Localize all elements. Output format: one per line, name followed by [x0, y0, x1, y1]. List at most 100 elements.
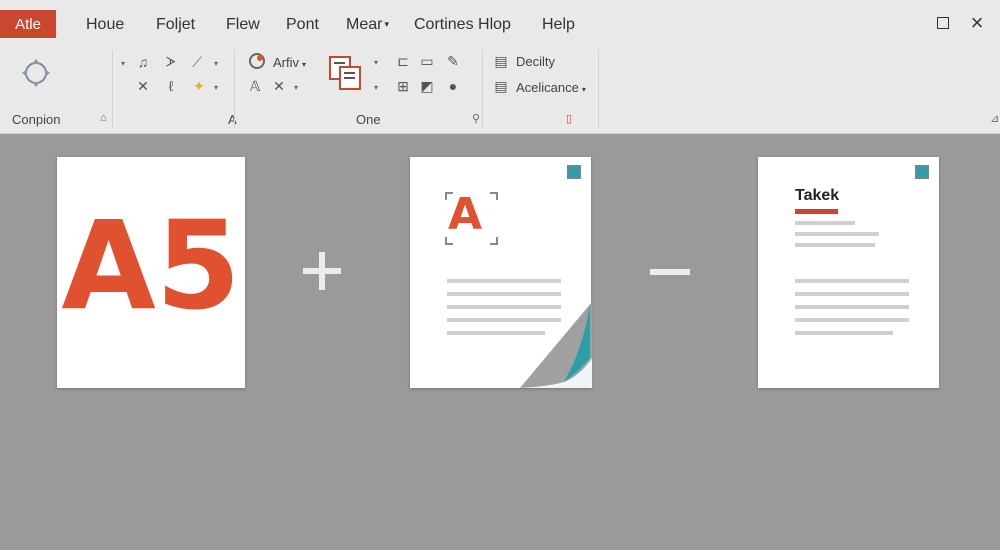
chevron-down-icon: ▾ [384, 19, 389, 30]
chevron-down-icon: ▾ [581, 85, 586, 94]
brush-button[interactable]: ⟋ [186, 52, 208, 72]
chevron-down-icon: ▾ [214, 59, 219, 68]
font-size-button[interactable]: 𝔸 [244, 76, 266, 96]
ribbon-group-label: Conpion [12, 112, 61, 127]
font-name-dropdown[interactable]: Arfiv ▾ [273, 55, 306, 70]
font-picker-button[interactable] [246, 51, 268, 71]
title-underline [795, 209, 838, 214]
ribbon-separator [234, 50, 235, 128]
a5-graphic: A5 [61, 195, 240, 337]
pen-button[interactable]: ✎ [442, 51, 464, 71]
menu-item-insert[interactable]: Foljet [156, 16, 195, 34]
ribbon-group-label: One [356, 112, 381, 127]
text-line [795, 221, 855, 225]
text-line [795, 232, 879, 236]
shape-icon: ◩ [420, 77, 434, 94]
brush-icon: ⟋ [192, 53, 202, 70]
letter-document-card[interactable]: A [410, 157, 592, 388]
group-launcher-icon[interactable]: ▯ [566, 112, 572, 125]
a5-document-card[interactable]: A5 [57, 157, 245, 388]
chevron-down-icon: ▾ [294, 83, 299, 92]
density-icon-button[interactable]: ▤ [490, 51, 512, 71]
table-button[interactable]: ⊞ [392, 76, 414, 96]
file-tab[interactable]: Atle [0, 10, 56, 38]
music-note-icon: ♫ [137, 54, 149, 70]
ribbon-group-label: A [228, 112, 237, 127]
text-line [795, 318, 909, 322]
paste-special-button[interactable] [326, 54, 364, 92]
text-line [795, 243, 875, 247]
plus-icon [303, 252, 341, 290]
highlight-icon: ✦ [193, 77, 205, 94]
chevron-down-icon: ▾ [374, 58, 379, 67]
cut-icon: ✕ [137, 77, 149, 94]
layout-button[interactable]: ⊏ [392, 51, 414, 71]
layout-icon: ⊏ [397, 52, 409, 69]
density-button[interactable]: Decilty [516, 54, 555, 69]
ribbon-separator [598, 50, 599, 128]
text-line [447, 279, 561, 283]
text-line [795, 331, 893, 335]
paint-icon: ℓ [168, 78, 174, 94]
fill-icon: ● [448, 78, 458, 94]
letter-a-glyph: A [448, 189, 483, 240]
close-icon: × [970, 10, 984, 35]
grid-icon: ▭ [420, 52, 434, 69]
acceleration-dropdown[interactable]: Acelicance ▾ [516, 80, 586, 95]
menu-item-controls-help[interactable]: Cortines Hlop [414, 16, 511, 34]
music-note-button[interactable]: ♫ [132, 52, 154, 72]
selection-bracket [490, 237, 498, 245]
text-line [795, 279, 909, 283]
clear-format-button[interactable]: ✕ [268, 76, 290, 96]
close-button[interactable]: × [968, 10, 986, 35]
menu-item-more-label: Mear [346, 16, 383, 33]
text-line [447, 292, 561, 296]
table-icon: ⊞ [397, 77, 409, 94]
chevron-down-icon: ▾ [121, 59, 126, 68]
title-document-card[interactable]: Takek [758, 157, 939, 388]
ribbon-separator [112, 50, 113, 128]
font-size-icon: 𝔸 [249, 77, 261, 94]
chevron-down-icon: ▾ [302, 60, 307, 69]
selection-bracket [490, 192, 498, 200]
font-name-value: Arfiv [273, 55, 299, 70]
menu-item-help[interactable]: Help [542, 16, 575, 34]
text-format-icon: ᗆ [165, 53, 177, 70]
text-format-button[interactable]: ᗆ [160, 52, 182, 72]
expand-icon[interactable] [915, 165, 929, 179]
menu-bar: Atle Houe Foljet Flew Pont Mear ▾ Cortine… [0, 0, 1000, 46]
chevron-down-icon: ▾ [374, 83, 379, 92]
menu-item-home[interactable]: Houe [86, 16, 124, 34]
menu-item-print[interactable]: Pont [286, 16, 319, 34]
menu-item-view[interactable]: Flew [226, 16, 260, 34]
minus-icon [650, 269, 690, 275]
group-launcher-icon[interactable]: ⌂ [100, 112, 107, 124]
expand-icon[interactable] [567, 165, 581, 179]
pen-icon: ✎ [447, 52, 459, 69]
maximize-button[interactable] [934, 14, 952, 32]
chevron-down-icon: ▾ [214, 83, 219, 92]
search-icon[interactable]: ⚲ [472, 112, 480, 125]
collapse-ribbon-icon[interactable]: ⊿ [990, 112, 999, 125]
text-line [795, 292, 909, 296]
acceleration-label: Acelicance [516, 80, 579, 95]
shape-button[interactable]: ◩ [416, 76, 438, 96]
acceleration-icon: ▤ [494, 77, 508, 94]
paint-button[interactable]: ℓ [160, 76, 182, 96]
move-icon [22, 59, 50, 87]
move-button[interactable] [18, 56, 54, 90]
ribbon-separator [482, 50, 483, 128]
page-curl-icon [520, 302, 592, 388]
density-icon: ▤ [494, 52, 508, 69]
fill-button[interactable]: ● [442, 76, 464, 96]
highlight-button[interactable]: ✦ [188, 76, 210, 96]
text-line [795, 305, 909, 309]
cut-button[interactable]: ✕ [132, 76, 154, 96]
maximize-icon [937, 17, 949, 29]
font-color-icon [249, 53, 265, 69]
paste-icon [329, 56, 361, 90]
clear-format-icon: ✕ [273, 77, 285, 94]
menu-item-more[interactable]: Mear ▾ [346, 16, 389, 34]
acceleration-icon-button[interactable]: ▤ [490, 76, 512, 96]
grid-button[interactable]: ▭ [416, 51, 438, 71]
